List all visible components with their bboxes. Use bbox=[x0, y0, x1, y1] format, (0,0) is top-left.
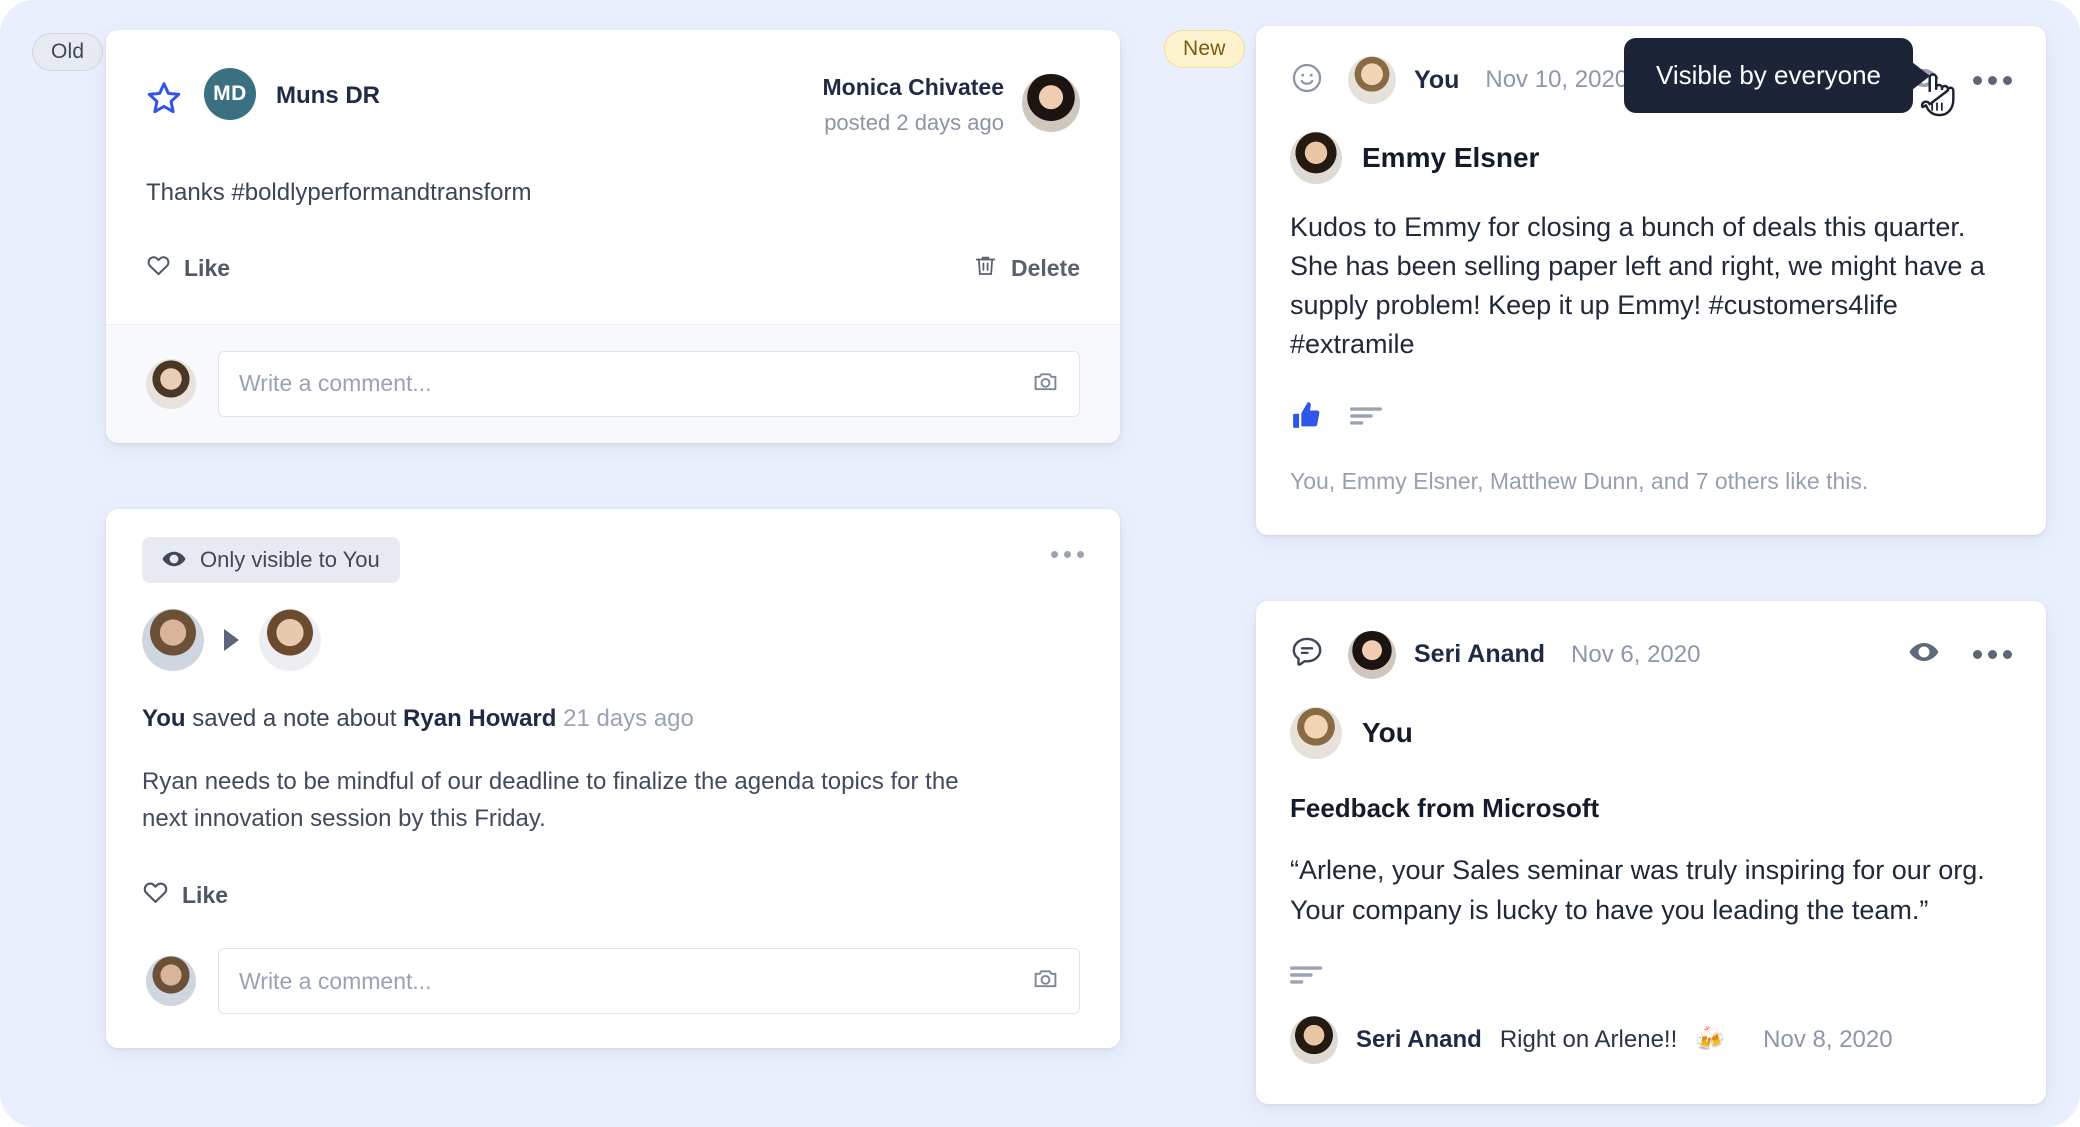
app-page: Old New MD Muns DR Monica Chivatee poste… bbox=[0, 0, 2080, 1127]
feedback-author-row: You bbox=[1256, 679, 2046, 759]
feedback-head-date: Nov 6, 2020 bbox=[1571, 640, 1701, 668]
beer-emoji: 🍻 bbox=[1695, 1026, 1726, 1054]
kudos-text: Kudos to Emmy for closing a bunch of dea… bbox=[1290, 212, 1985, 360]
ellipsis-icon[interactable] bbox=[1973, 650, 2012, 660]
visibility-label: Only visible to You bbox=[200, 546, 380, 572]
heart-icon bbox=[142, 879, 169, 912]
avatar[interactable] bbox=[1290, 706, 1342, 759]
eye-icon bbox=[162, 547, 186, 573]
comment-lines-icon[interactable] bbox=[1290, 965, 1322, 990]
like-label: Like bbox=[184, 254, 231, 281]
speech-bubble-icon[interactable] bbox=[1290, 635, 1324, 674]
camera-icon[interactable] bbox=[1032, 368, 1059, 400]
dot bbox=[1988, 75, 1997, 85]
delete-button[interactable]: Delete bbox=[973, 253, 1080, 284]
post-actions: Like Delete bbox=[106, 211, 1120, 324]
visibility-badge[interactable]: Only visible to You bbox=[142, 536, 400, 583]
like-button[interactable]: Like bbox=[142, 879, 228, 912]
kudos-reactions bbox=[1256, 365, 2046, 438]
post-card: MD Muns DR Monica Chivatee posted 2 days… bbox=[106, 30, 1120, 443]
left-column: MD Muns DR Monica Chivatee posted 2 days… bbox=[106, 30, 1120, 1049]
dot bbox=[2003, 650, 2012, 660]
feedback-header-actions bbox=[1909, 642, 2012, 667]
cursor-pointer-icon bbox=[1916, 70, 1958, 127]
feedback-head-name: Seri Anand bbox=[1414, 640, 1546, 669]
dot bbox=[1064, 550, 1071, 558]
feedback-quote: “Arlene, your Sales seminar was truly in… bbox=[1290, 854, 1985, 926]
note-author-avatar[interactable] bbox=[142, 608, 204, 671]
comment-author: Seri Anand bbox=[1356, 1025, 1482, 1053]
ellipsis-icon[interactable] bbox=[1973, 75, 2012, 85]
comment-placeholder: Write a comment... bbox=[239, 370, 432, 397]
dot bbox=[1988, 650, 1997, 660]
like-label: Like bbox=[182, 882, 229, 909]
composer-avatar[interactable] bbox=[146, 358, 196, 409]
post-timestamp: posted 2 days ago bbox=[824, 110, 1004, 135]
post-meta: Monica Chivatee posted 2 days ago bbox=[822, 68, 1080, 136]
ellipsis-icon[interactable] bbox=[1051, 537, 1084, 558]
badge-old: Old bbox=[32, 33, 104, 71]
avatar[interactable] bbox=[1290, 132, 1342, 184]
trash-icon bbox=[973, 253, 998, 284]
dot bbox=[1077, 550, 1084, 558]
delete-label: Delete bbox=[1010, 254, 1080, 281]
poster-avatar[interactable] bbox=[1022, 74, 1080, 132]
comment-lines-icon[interactable] bbox=[1350, 406, 1382, 431]
feedback-comment-row: Seri Anand Right on Arlene!! 🍻 Nov 8, 20… bbox=[1256, 990, 2046, 1104]
dot bbox=[1051, 550, 1058, 558]
post-body: Thanks #boldlyperformandtransform bbox=[146, 179, 532, 206]
kudos-likes-summary: You, Emmy Elsner, Matthew Dunn, and 7 ot… bbox=[1290, 467, 1869, 494]
star-icon[interactable] bbox=[146, 80, 182, 121]
dot bbox=[2003, 75, 2012, 85]
note-body: Ryan needs to be mindful of our deadline… bbox=[142, 767, 959, 832]
eye-icon[interactable] bbox=[1909, 642, 1939, 667]
dot bbox=[1973, 650, 1982, 660]
camera-icon[interactable] bbox=[1032, 965, 1059, 997]
note-subject-avatar[interactable] bbox=[259, 608, 321, 671]
note-timestamp: 21 days ago bbox=[563, 704, 694, 732]
note-verb: saved a note about bbox=[185, 704, 404, 732]
note-summary-line: You saved a note about Ryan Howard 21 da… bbox=[106, 671, 1120, 733]
note-avatar-pair bbox=[106, 583, 1120, 671]
header-avatar[interactable] bbox=[1348, 630, 1396, 679]
note-actions: Like bbox=[106, 837, 1120, 948]
heart-icon bbox=[146, 253, 171, 284]
arrow-right-icon bbox=[224, 628, 239, 651]
feedback-header: Seri Anand Nov 6, 2020 bbox=[1256, 601, 2046, 679]
feedback-reactions bbox=[1256, 931, 2046, 990]
composer-avatar[interactable] bbox=[146, 956, 196, 1007]
thumbs-up-icon[interactable] bbox=[1290, 399, 1324, 438]
kudos-head-name: You bbox=[1414, 65, 1460, 94]
post-poster-name: Monica Chivatee bbox=[822, 74, 1005, 100]
note-header: Only visible to You bbox=[106, 509, 1120, 583]
comment-input[interactable]: Write a comment... bbox=[218, 948, 1080, 1015]
kudos-head-date: Nov 10, 2020 bbox=[1485, 66, 1629, 93]
comment-text: Right on Arlene!! bbox=[1499, 1025, 1678, 1053]
post-header: MD Muns DR Monica Chivatee posted 2 days… bbox=[106, 30, 1120, 136]
comment-placeholder: Write a comment... bbox=[239, 967, 432, 994]
right-column: You Nov 10, 2020 Emmy Elsner Kudos to Em… bbox=[1256, 26, 2046, 1104]
post-comment-composer: Write a comment... bbox=[106, 323, 1120, 443]
comment-date: Nov 8, 2020 bbox=[1763, 1025, 1893, 1053]
comment-input[interactable]: Write a comment... bbox=[218, 350, 1080, 417]
smiley-icon[interactable] bbox=[1290, 61, 1324, 100]
feedback-subject: Feedback from Microsoft bbox=[1290, 792, 1600, 823]
avatar[interactable]: MD bbox=[204, 68, 256, 120]
note-subject: Ryan Howard bbox=[403, 704, 557, 732]
dot bbox=[1973, 75, 1982, 85]
like-button[interactable]: Like bbox=[146, 253, 230, 284]
note-actor: You bbox=[142, 704, 186, 732]
kudos-author-name: Emmy Elsner bbox=[1362, 142, 1540, 173]
note-card: Only visible to You You saved a note abo… bbox=[106, 508, 1120, 1049]
note-comment-composer: Write a comment... bbox=[106, 948, 1120, 1049]
feedback-card: Seri Anand Nov 6, 2020 You Feedback from… bbox=[1256, 600, 2046, 1104]
feedback-author-name: You bbox=[1362, 716, 1413, 748]
post-author-name: Muns DR bbox=[276, 82, 380, 109]
avatar[interactable] bbox=[1290, 1015, 1338, 1064]
visibility-tooltip: Visible by everyone bbox=[1624, 38, 1913, 113]
badge-new: New bbox=[1164, 30, 1245, 68]
header-avatar[interactable] bbox=[1348, 56, 1396, 104]
